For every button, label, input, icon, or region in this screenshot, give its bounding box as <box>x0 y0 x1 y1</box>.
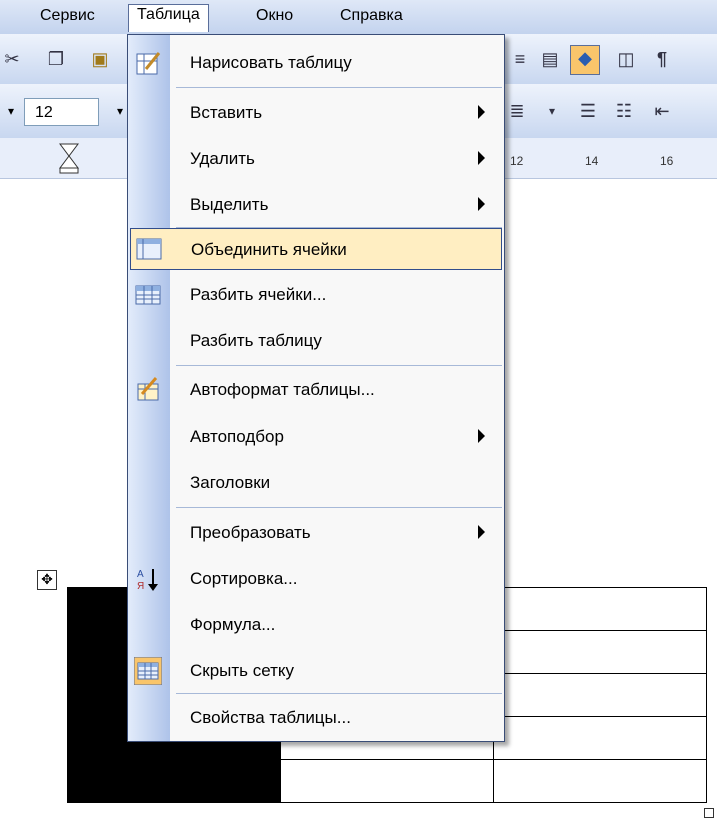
document-map-icon[interactable]: ◫ <box>614 47 638 71</box>
submenu-arrow-icon <box>478 105 485 119</box>
menu-item-autofit[interactable]: Автоподбор <box>128 415 504 459</box>
drawing-icon[interactable]: ◆ <box>570 45 600 75</box>
submenu-arrow-icon <box>478 151 485 165</box>
table-move-handle-icon[interactable]: ✥ <box>37 570 57 590</box>
menu-item-label: Заголовки <box>190 473 271 492</box>
menu-bar: Сервис Таблица Окно Справка <box>0 0 717 34</box>
menu-item-delete[interactable]: Удалить <box>128 137 504 181</box>
table-cell[interactable] <box>493 587 707 631</box>
menu-item-headings[interactable]: Заголовки <box>128 461 504 505</box>
table-cell[interactable] <box>280 759 494 803</box>
menu-item-label: Скрыть сетку <box>190 661 295 680</box>
font-size-field[interactable]: 12 <box>24 98 99 126</box>
menu-separator <box>176 693 502 694</box>
menu-item-label: Свойства таблицы... <box>190 708 351 727</box>
svg-text:Я: Я <box>137 581 144 592</box>
menu-separator <box>176 87 502 88</box>
table-icon[interactable]: ▤ <box>538 47 562 71</box>
pilcrow-icon[interactable]: ¶ <box>650 47 674 71</box>
ruler-mark-12: 12 <box>510 154 524 168</box>
numbered-list-icon[interactable]: ☰ <box>576 99 600 123</box>
bulleted-list-icon[interactable]: ☷ <box>612 99 636 123</box>
columns-icon[interactable]: ≡ <box>508 47 532 71</box>
submenu-arrow-icon <box>478 525 485 539</box>
ruler-mark-14: 14 <box>585 154 599 168</box>
table-cell[interactable] <box>493 630 707 674</box>
table-cell[interactable] <box>493 716 707 760</box>
hide-grid-icon <box>134 657 162 685</box>
table-cell[interactable] <box>493 759 707 803</box>
menu-item-insert[interactable]: Вставить <box>128 91 504 135</box>
draw-table-icon <box>136 52 161 75</box>
menu-item-table-properties[interactable]: Свойства таблицы... <box>128 696 504 740</box>
menu-item-label: Автоформат таблицы... <box>190 380 375 399</box>
menu-item-hide-gridlines[interactable]: Скрыть сетку <box>128 649 504 693</box>
merge-cells-icon <box>136 238 162 260</box>
table-resize-handle[interactable] <box>704 808 714 818</box>
menu-item-split-table[interactable]: Разбить таблицу <box>128 319 504 363</box>
menu-item-label: Автоподбор <box>190 427 284 446</box>
menu-item-label: Удалить <box>190 149 255 168</box>
menu-item-label: Разбить таблицу <box>190 331 322 350</box>
menu-item-select[interactable]: Выделить <box>128 183 504 227</box>
font-dropdown-icon[interactable]: ▾ <box>8 104 14 118</box>
menu-item-autoformat[interactable]: Автоформат таблицы... <box>128 368 504 412</box>
ruler-mark-16: 16 <box>660 154 674 168</box>
menu-item-label: Нарисовать таблицу <box>190 53 352 72</box>
paste-icon[interactable]: ▣ <box>88 47 112 71</box>
sort-icon: A Я <box>137 569 158 592</box>
menu-table[interactable]: Таблица <box>128 4 209 32</box>
menu-item-merge-cells[interactable]: Объединить ячейки <box>130 228 502 270</box>
menu-help[interactable]: Справка <box>340 7 403 25</box>
menu-item-sort[interactable]: A Я Сортировка... <box>128 557 504 601</box>
menu-item-label: Выделить <box>190 195 269 214</box>
menu-item-label: Объединить ячейки <box>191 240 347 259</box>
justify-icon[interactable]: ≣ <box>505 99 529 123</box>
cut-icon[interactable]: ✂ <box>0 47 24 71</box>
submenu-arrow-icon <box>478 429 485 443</box>
menu-separator <box>176 365 502 366</box>
menu-item-label: Вставить <box>190 103 263 122</box>
autoformat-icon <box>137 377 159 401</box>
table-cell[interactable] <box>67 759 281 803</box>
menu-item-draw-table[interactable]: Нарисовать таблицу <box>128 41 504 85</box>
font-size-dropdown-icon[interactable]: ▾ <box>117 104 123 118</box>
indent-marker-icon[interactable] <box>57 142 81 174</box>
submenu-arrow-icon <box>478 197 485 211</box>
word-window: Сервис Таблица Окно Справка ✂ ❐ ▣ ≡ ▤ ◆ … <box>0 0 717 830</box>
decrease-indent-icon[interactable]: ⇤ <box>650 99 674 123</box>
table-menu-dropdown: Нарисовать таблицу Вставить Удалить Выде… <box>127 34 505 742</box>
menu-item-convert[interactable]: Преобразовать <box>128 511 504 555</box>
justify-dropdown-icon[interactable]: ▾ <box>540 99 564 123</box>
menu-item-label: Разбить ячейки... <box>190 285 327 304</box>
menu-item-label: Преобразовать <box>190 523 311 542</box>
menu-separator <box>176 507 502 508</box>
copy-icon[interactable]: ❐ <box>44 47 68 71</box>
menu-service[interactable]: Сервис <box>40 7 95 25</box>
menu-item-label: Сортировка... <box>190 569 298 588</box>
menu-window[interactable]: Окно <box>256 7 293 25</box>
svg-text:A: A <box>137 569 144 580</box>
menu-item-label: Формула... <box>190 615 276 634</box>
table-cell[interactable] <box>493 673 707 717</box>
split-cells-icon <box>135 285 161 305</box>
menu-item-split-cells[interactable]: Разбить ячейки... <box>128 273 504 317</box>
menu-item-formula[interactable]: Формула... <box>128 603 504 647</box>
